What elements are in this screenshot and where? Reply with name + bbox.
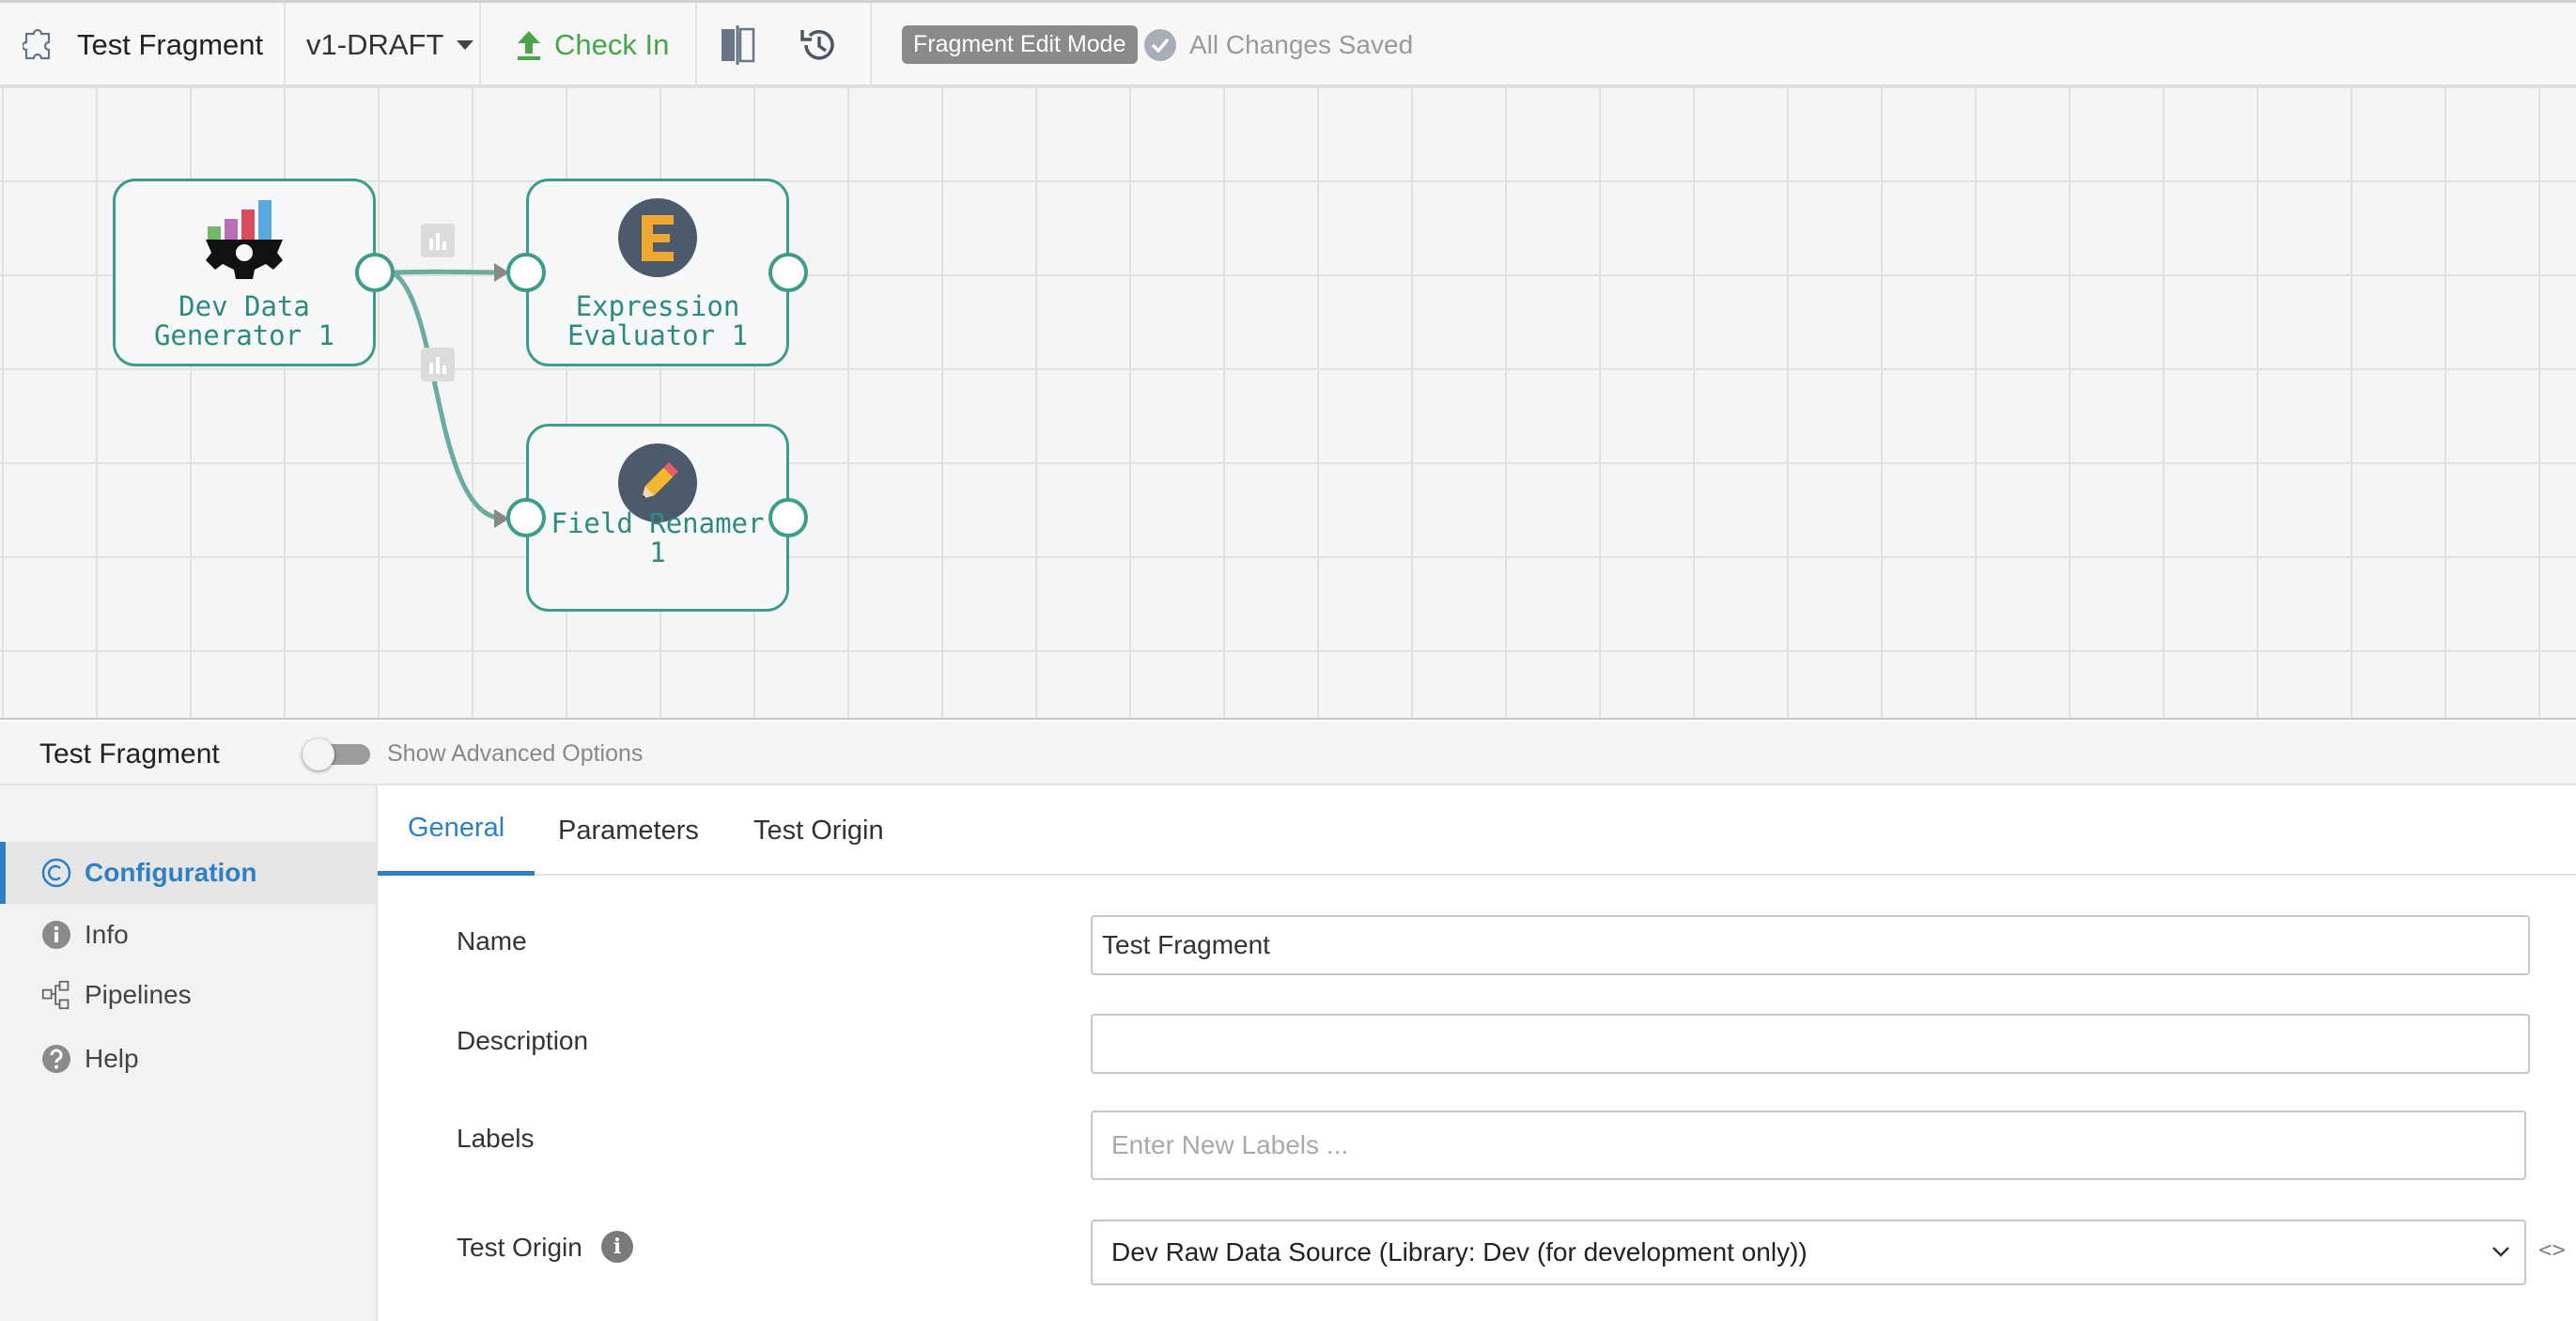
config-sidebar: Configuration Info Pipelines Help: [0, 785, 378, 1321]
history-icon: [800, 29, 834, 60]
test-origin-select[interactable]: Dev Raw Data Source (Library: Dev (for d…: [1091, 1220, 2526, 1285]
toolbar-divider: [479, 3, 481, 86]
code-view-toggle[interactable]: <>: [2538, 1236, 2566, 1263]
configuration-icon: [41, 858, 71, 888]
caret-down-icon: [457, 39, 474, 50]
toolbar-divider: [695, 3, 697, 86]
output-port[interactable]: [355, 253, 395, 292]
chevron-down-icon: [2492, 1247, 2509, 1257]
sidebar-item-configuration[interactable]: Configuration: [0, 842, 376, 904]
panel-title: Test Fragment: [39, 738, 220, 769]
edit-mode-badge: Fragment Edit Mode: [902, 3, 1138, 86]
expression-evaluator-icon: [618, 198, 697, 277]
compare-icon: [722, 24, 755, 65]
sidebar-item-label: Pipelines: [85, 980, 192, 1009]
advanced-options-label: Show Advanced Options: [387, 740, 644, 767]
name-label: Name: [457, 926, 527, 956]
test-origin-value: Dev Raw Data Source (Library: Dev (for d…: [1111, 1237, 1808, 1267]
output-port[interactable]: [768, 253, 808, 292]
version-label: v1-DRAFT: [306, 27, 444, 61]
config-panel-header: Test Fragment Show Advanced Options: [0, 722, 2576, 785]
sidebar-item-pipelines[interactable]: Pipelines: [0, 964, 376, 1026]
sidebar-item-help[interactable]: Help: [0, 1028, 376, 1090]
toggle-knob: [303, 738, 334, 770]
save-status: All Changes Saved: [1144, 3, 1413, 86]
config-tabs: General Parameters Test Origin: [378, 785, 2576, 876]
stage-node-field-renamer[interactable]: Field Renamer 1: [526, 424, 789, 612]
upload-arrow-icon: [518, 30, 540, 60]
check-in-button[interactable]: Check In: [515, 3, 669, 86]
output-port[interactable]: [768, 498, 808, 537]
sidebar-item-label: Info: [85, 920, 129, 949]
labels-label: Labels: [457, 1124, 535, 1153]
node-label: Dev Data Generator 1: [153, 290, 335, 351]
version-dropdown[interactable]: v1-DRAFT: [306, 3, 474, 86]
tab-general[interactable]: General: [378, 785, 535, 876]
name-input[interactable]: [1091, 915, 2530, 975]
sidebar-item-label: Configuration: [85, 858, 257, 887]
history-button[interactable]: [799, 3, 842, 86]
description-label: Description: [457, 1026, 589, 1055]
labels-input[interactable]: [1091, 1111, 2526, 1180]
fragment-title: Test Fragment: [77, 27, 264, 61]
data-preview-chip[interactable]: [421, 348, 455, 381]
bar-chart-icon: [429, 233, 446, 250]
tab-parameters[interactable]: Parameters: [528, 785, 729, 876]
node-label: Expression Evaluator 1: [566, 290, 749, 351]
advanced-options-toggle[interactable]: [303, 738, 372, 770]
input-port[interactable]: [506, 253, 546, 292]
edit-mode-label: Fragment Edit Mode: [902, 25, 1138, 64]
dev-data-generator-icon: [202, 198, 287, 288]
tab-test-origin[interactable]: Test Origin: [723, 785, 914, 876]
check-in-label: Check In: [554, 27, 670, 61]
toolbar-divider: [284, 3, 286, 86]
info-icon: [41, 920, 71, 950]
description-input[interactable]: [1091, 1014, 2530, 1074]
pipeline-canvas[interactable]: Dev Data Generator 1 Expression Evaluato…: [0, 86, 2576, 720]
stage-node-dev-data-generator[interactable]: Dev Data Generator 1: [113, 179, 376, 366]
sidebar-item-info[interactable]: Info: [0, 904, 376, 966]
test-origin-label: Test Origin: [457, 1233, 582, 1262]
toolbar-divider: [870, 3, 872, 86]
pipelines-icon: [41, 980, 71, 1010]
check-circle-icon: [1144, 28, 1176, 61]
info-icon[interactable]: i: [601, 1231, 633, 1263]
input-port[interactable]: [506, 498, 546, 537]
save-status-label: All Changes Saved: [1189, 29, 1414, 59]
top-toolbar: Test Fragment v1-DRAFT Check In Fragment…: [0, 0, 2576, 86]
stage-node-expression-evaluator[interactable]: Expression Evaluator 1: [526, 179, 789, 366]
connection-line[interactable]: [391, 270, 505, 521]
sidebar-item-label: Help: [85, 1044, 139, 1073]
fragment-puzzle-icon: [23, 3, 56, 86]
help-icon: [41, 1044, 71, 1074]
node-label: Field Renamer 1: [551, 507, 765, 568]
connections-layer: [391, 263, 509, 528]
data-preview-chip[interactable]: [421, 224, 455, 257]
compare-versions-button[interactable]: [720, 3, 757, 86]
bar-chart-icon: [429, 357, 446, 374]
